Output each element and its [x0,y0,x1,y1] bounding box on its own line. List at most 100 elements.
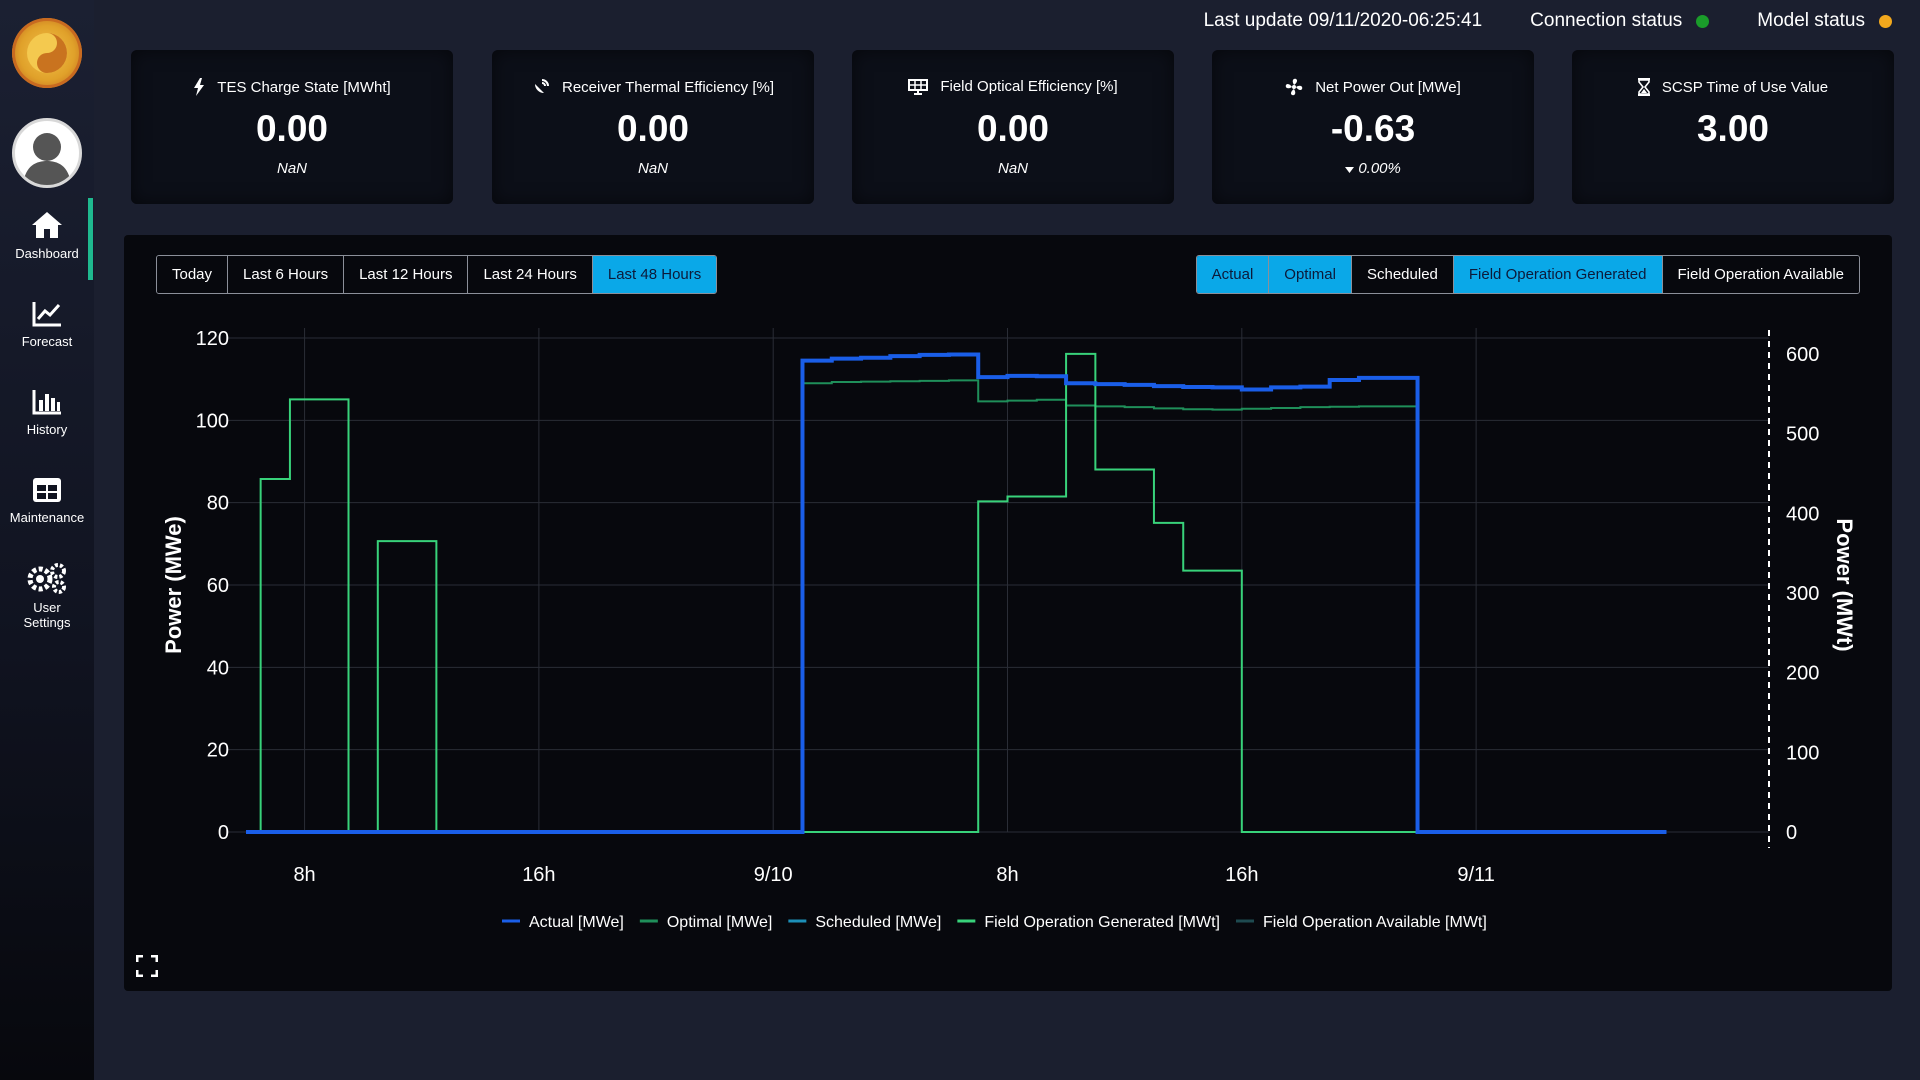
y-left-tick-label: 20 [207,740,229,762]
kpi-title: Field Optical Efficiency [%] [940,78,1118,95]
legend-label[interactable]: Field Operation Available [MWt] [1263,914,1487,931]
y-right-tick-label: 200 [1786,663,1819,685]
series-field-generated-button[interactable]: Field Operation Generated [1453,256,1663,293]
x-tick-label: 8h [293,864,315,886]
kpi-subtext: NaN [997,160,1028,177]
y-left-tick-label: 80 [207,493,229,515]
kpi-card-field-optical-efficiency: Field Optical Efficiency [%] 0.00 NaN [852,50,1174,204]
y-right-tick-label: 600 [1786,344,1819,366]
legend-label[interactable]: Actual [MWe] [529,914,624,931]
lightning-icon [193,78,205,96]
kpi-subtext: 0.00% [1358,160,1401,177]
nav-history[interactable]: History [0,388,94,437]
connection-status: Connection status [1530,10,1710,32]
power-chart[interactable]: 0 20 40 60 80 100 120 0 100 200 300 400 500 600 8h 16h 9… [124,235,1892,991]
kpi-title-row: Receiver Thermal Efficiency [%] [492,78,814,96]
y-right-tick-label: 100 [1786,742,1819,764]
model-status-indicator-icon [1879,14,1892,28]
y-right-tick-label: 0 [1786,822,1797,844]
time-range-today-button[interactable]: Today [157,256,229,293]
kpi-title: TES Charge State [MWht] [217,78,391,96]
connection-status-label: Connection status [1530,10,1683,31]
y-left-tick-label: 100 [196,410,229,432]
bar-chart-icon [32,390,61,415]
nav-dashboard-label: Dashboard [15,246,79,261]
kpi-card-receiver-thermal-efficiency: Receiver Thermal Efficiency [%] 0.00 NaN [492,50,814,204]
nav-history-label: History [26,422,68,437]
home-icon [32,212,62,238]
model-status-label: Model status [1757,10,1865,31]
series-line[interactable] [246,352,1667,834]
grid-table-icon [33,478,61,502]
kpi-card-scsp-time-of-use: SCSP Time of Use Value 3.00 [1572,50,1894,204]
nav-maintenance-label: Maintenance [9,510,85,525]
kpi-title-row: Net Power Out [MWe] [1212,78,1534,96]
time-range-24h-button[interactable]: Last 24 Hours [468,256,593,293]
kpi-value: 0.00 [255,108,328,149]
sidebar: Dashboard Forecast History Maintenance U… [0,0,94,1080]
connection-status-indicator-icon [1696,14,1710,28]
kpi-value: -0.63 [1330,108,1416,149]
legend-label[interactable]: Scheduled [MWe] [815,914,941,931]
last-update-text: Last update 09/11/2020-06:25:41 [1203,10,1483,31]
x-tick-label: 16h [1225,864,1258,886]
time-range-12h-button[interactable]: Last 12 Hours [344,256,469,293]
legend-label[interactable]: Optimal [MWe] [667,914,773,931]
gears-icon [27,563,66,594]
kpi-title: Receiver Thermal Efficiency [%] [561,78,775,96]
legend-label[interactable]: Field Operation Generated [MWt] [984,914,1220,931]
kpi-value: 0.00 [616,108,689,149]
y-left-tick-label: 0 [218,822,229,844]
caret-down-icon [1345,160,1358,177]
series-optimal-button[interactable]: Optimal [1269,256,1352,293]
nav-forecast[interactable]: Forecast [0,300,94,349]
kpi-value: 0.00 [976,108,1049,149]
kpi-title: Net Power Out [MWe] [1315,78,1461,96]
status-header: Last update 09/11/2020-06:25:41 Connecti… [1156,8,1892,34]
series-actual-button[interactable]: Actual [1196,256,1270,293]
nav-forecast-label: Forecast [21,334,73,349]
time-range-selector: Today Last 6 Hours Last 12 Hours Last 24… [156,255,718,294]
solar-panel-icon [908,78,929,95]
model-status: Model status [1757,10,1892,32]
user-silhouette-icon [23,133,71,185]
fan-icon [1285,78,1303,96]
y-left-tick-label: 60 [207,575,229,597]
app-logo[interactable] [12,18,82,88]
forecast-chart-icon [32,302,61,327]
kpi-card-net-power-out: Net Power Out [MWe] -0.63 0.00% [1212,50,1534,204]
satellite-dish-icon [532,78,550,96]
y-left-axis-title: Power (MWe) [161,516,186,654]
kpi-title-row: TES Charge State [MWht] [131,78,453,96]
time-range-6h-button[interactable]: Last 6 Hours [228,256,345,293]
sun-logo-icon [27,33,67,73]
series-scheduled-button[interactable]: Scheduled [1351,256,1454,293]
nav-dashboard[interactable]: Dashboard [0,210,94,261]
series-field-available-button[interactable]: Field Operation Available [1662,256,1859,293]
x-tick-label: 16h [522,864,555,886]
time-range-48h-button[interactable]: Last 48 Hours [592,256,717,293]
hourglass-icon [1637,78,1650,96]
y-right-axis-title: Power (MWt) [1832,518,1857,651]
kpi-subtext-row: 0.00% [1212,160,1534,177]
kpi-title: SCSP Time of Use Value [1661,78,1829,96]
x-tick-label: 9/10 [754,864,793,886]
kpi-subtext: NaN [637,160,668,177]
fullscreen-expand-icon[interactable] [135,954,159,982]
kpi-card-tes-charge-state: TES Charge State [MWht] 0.00 NaN [131,50,453,204]
x-tick-label: 8h [996,864,1018,886]
y-left-tick-label: 120 [196,328,229,350]
x-tick-label: 9/11 [1457,864,1494,886]
y-right-tick-label: 400 [1786,503,1819,525]
last-update: Last update 09/11/2020-06:25:41 [1204,10,1483,32]
kpi-title-row: Field Optical Efficiency [%] [852,78,1174,95]
user-avatar[interactable] [12,118,82,188]
chart-panel: 0 20 40 60 80 100 120 0 100 200 300 400 500 600 8h 16h 9… [124,235,1892,991]
y-right-tick-label: 500 [1786,424,1819,446]
series-selector: Actual Optimal Scheduled Field Operation… [1195,255,1860,294]
series-line[interactable] [246,379,1667,833]
nav-user-settings[interactable]: User Settings [0,562,94,630]
nav-maintenance[interactable]: Maintenance [0,476,94,525]
kpi-title-row: SCSP Time of Use Value [1572,78,1894,96]
y-right-tick-label: 300 [1786,583,1819,605]
